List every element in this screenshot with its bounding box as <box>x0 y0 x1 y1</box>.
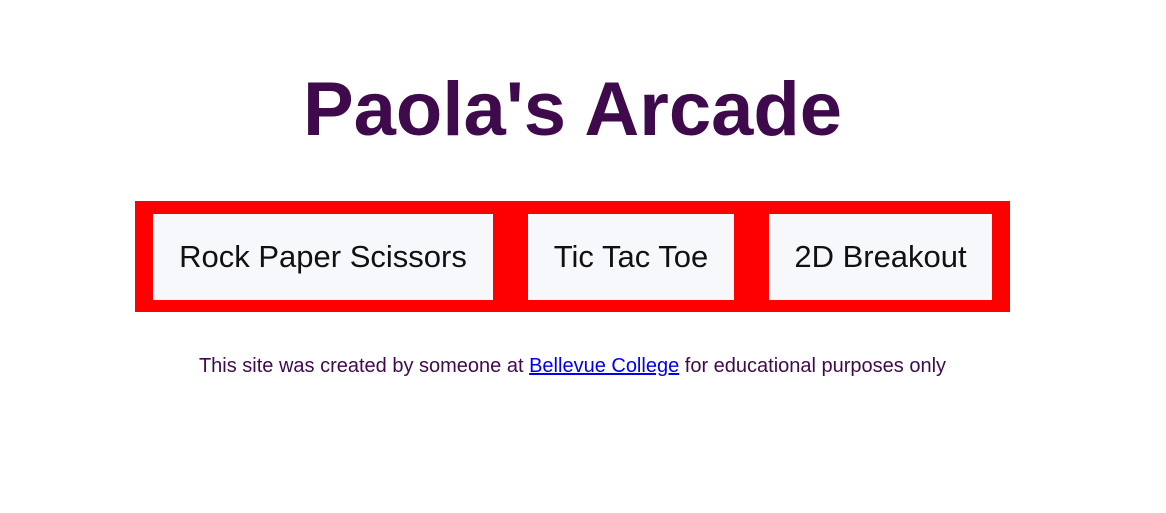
game-nav-bar: Rock Paper Scissors Tic Tac Toe 2D Break… <box>135 201 1010 312</box>
bellevue-college-link[interactable]: Bellevue College <box>529 355 679 377</box>
tic-tac-toe-button[interactable]: Tic Tac Toe <box>528 214 734 300</box>
footer-text-before: This site was created by someone at <box>198 355 530 377</box>
rock-paper-scissors-button[interactable]: Rock Paper Scissors <box>153 214 493 300</box>
page: Paola's Arcade Rock Paper Scissors Tic T… <box>0 0 1166 513</box>
footer-note: This site was created by someone at Bell… <box>0 354 1145 378</box>
footer-text-after: for educational purposes only <box>679 355 947 377</box>
breakout-button[interactable]: 2D Breakout <box>769 214 992 300</box>
page-title: Paola's Arcade <box>302 67 843 152</box>
